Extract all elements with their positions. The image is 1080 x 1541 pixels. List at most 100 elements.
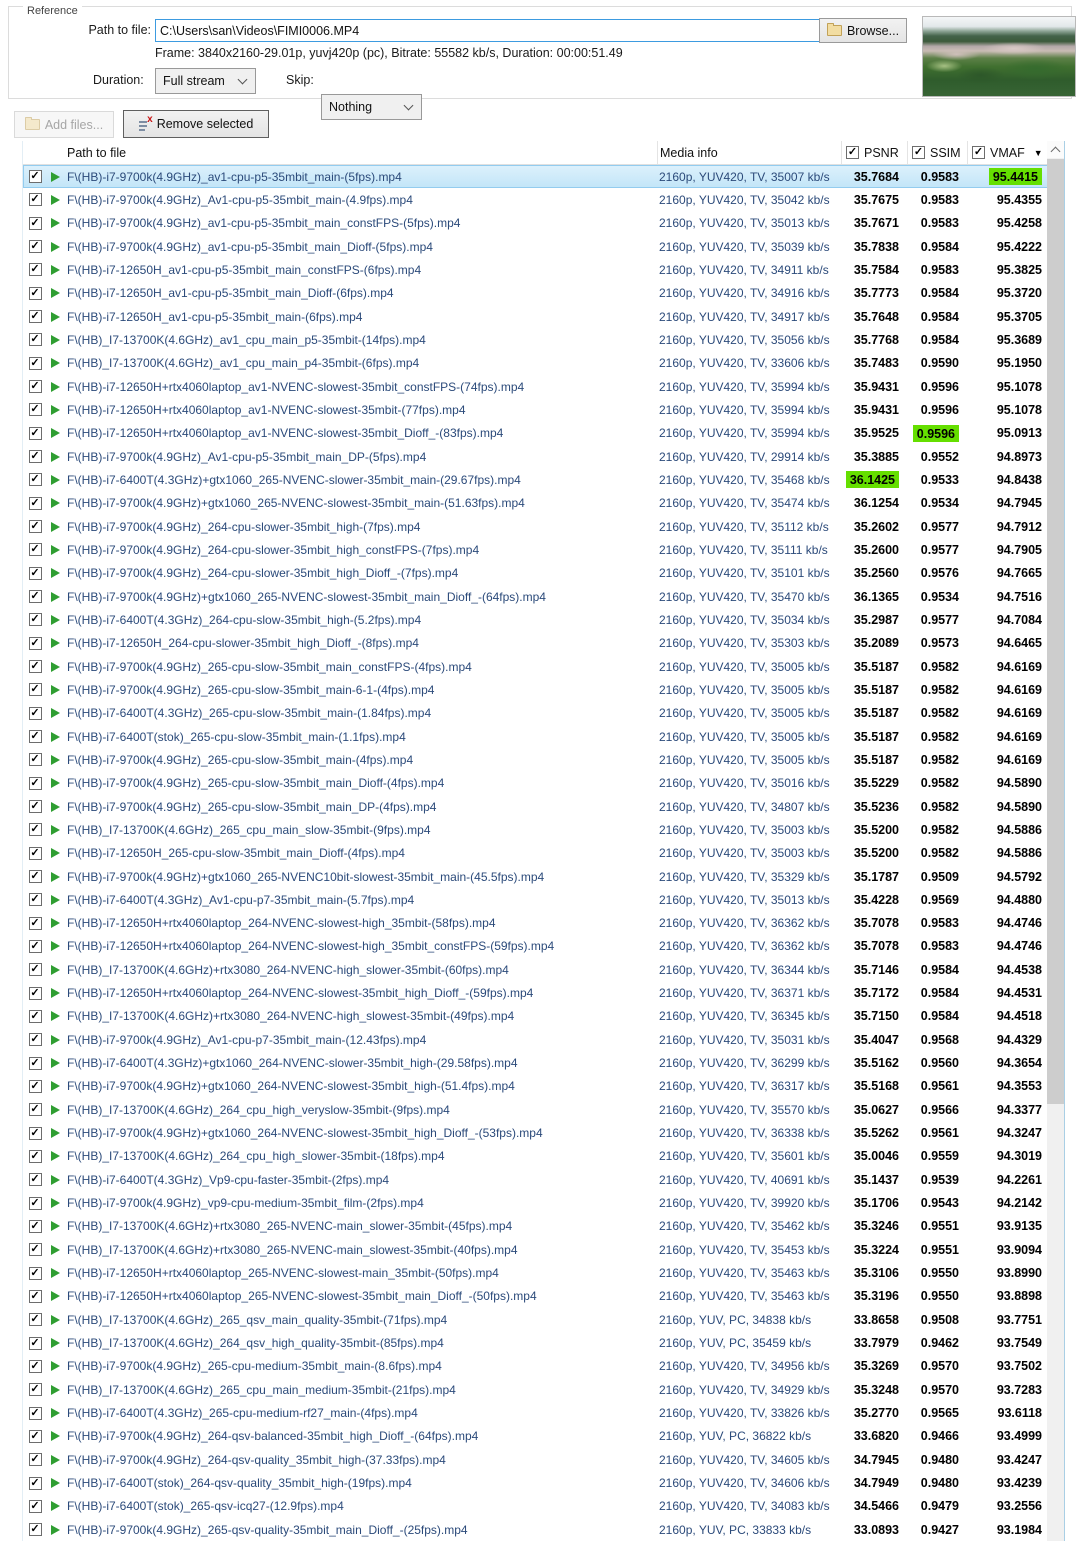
ssim-column-checkbox[interactable]: ✓ [912,146,925,159]
row-checkbox[interactable]: ✓ [28,683,42,697]
play-icon[interactable] [51,1431,60,1442]
play-icon[interactable] [51,1128,60,1139]
table-row[interactable]: ✓ F\(HB)-i7-12650H_265-cpu-slow-35mbit_m… [23,842,1064,865]
play-icon[interactable] [51,544,60,555]
play-icon[interactable] [51,1384,60,1395]
row-checkbox[interactable]: ✓ [28,1009,42,1023]
row-checkbox[interactable]: ✓ [28,380,42,394]
row-checkbox[interactable]: ✓ [28,1079,42,1093]
row-checkbox[interactable]: ✓ [28,1453,42,1467]
table-row[interactable]: ✓ F\(HB)_I7-13700K(4.6GHz)+rtx3080_264-N… [23,958,1064,981]
table-row[interactable]: ✓ F\(HB)-i7-9700k(4.9GHz)_av1-cpu-p5-35m… [23,165,1064,189]
column-header-vmaf[interactable]: ✓ VMAF ▼ [967,141,1047,164]
play-icon[interactable] [51,1174,60,1185]
table-row[interactable]: ✓ F\(HB)-i7-9700k(4.9GHz)_265-qsv-qualit… [23,1518,1064,1541]
column-header-psnr[interactable]: ✓ PSNR [841,141,907,164]
play-icon[interactable] [51,171,60,182]
row-checkbox[interactable]: ✓ [28,1523,42,1537]
row-checkbox[interactable]: ✓ [28,963,42,977]
table-row[interactable]: ✓ F\(HB)-i7-9700k(4.9GHz)_265-cpu-slow-3… [23,748,1064,771]
row-checkbox[interactable]: ✓ [28,240,42,254]
play-icon[interactable] [51,1104,60,1115]
column-header-path-to-file[interactable]: Path to file [65,141,657,164]
table-row[interactable]: ✓ F\(HB)-i7-9700k(4.9GHz)_Av1-cpu-p7-35m… [23,1028,1064,1051]
table-row[interactable]: ✓ F\(HB)-i7-6400T(4.3GHz)_Av1-cpu-p7-35m… [23,888,1064,911]
table-row[interactable]: ✓ F\(HB)-i7-12650H_av1-cpu-p5-35mbit_mai… [23,305,1064,328]
table-row[interactable]: ✓ F\(HB)-i7-6400T(stok)_265-cpu-slow-35m… [23,725,1064,748]
row-checkbox[interactable]: ✓ [28,1429,42,1443]
table-row[interactable]: ✓ F\(HB)-i7-9700k(4.9GHz)+gtx1060_264-NV… [23,1121,1064,1144]
play-icon[interactable] [51,1198,60,1209]
play-icon[interactable] [51,708,60,719]
table-row[interactable]: ✓ F\(HB)-i7-6400T(4.3GHz)+gtx1060_265-NV… [23,468,1064,491]
row-checkbox[interactable]: ✓ [28,450,42,464]
row-checkbox[interactable]: ✓ [28,193,42,207]
table-row[interactable]: ✓ F\(HB)_I7-13700K(4.6GHz)_264_cpu_high_… [23,1145,1064,1168]
row-checkbox[interactable]: ✓ [28,1149,42,1163]
row-checkbox[interactable]: ✓ [28,776,42,790]
table-row[interactable]: ✓ F\(HB)-i7-9700k(4.9GHz)_265-cpu-medium… [23,1355,1064,1378]
vertical-scrollbar[interactable] [1047,141,1064,1541]
table-row[interactable]: ✓ F\(HB)-i7-9700k(4.9GHz)_av1-cpu-p5-35m… [23,235,1064,258]
play-icon[interactable] [51,381,60,392]
table-row[interactable]: ✓ F\(HB)_I7-13700K(4.6GHz)_264_cpu_high_… [23,1098,1064,1121]
table-row[interactable]: ✓ F\(HB)-i7-9700k(4.9GHz)_264-cpu-slower… [23,562,1064,585]
row-checkbox[interactable]: ✓ [28,1056,42,1070]
row-checkbox[interactable]: ✓ [28,1476,42,1490]
play-icon[interactable] [51,404,60,415]
play-icon[interactable] [51,451,60,462]
play-icon[interactable] [51,614,60,625]
play-icon[interactable] [51,871,60,882]
browse-button[interactable]: Browse... [819,18,907,43]
row-checkbox[interactable]: ✓ [28,286,42,300]
row-checkbox[interactable]: ✓ [28,1103,42,1117]
row-checkbox[interactable]: ✓ [28,473,42,487]
duration-dropdown[interactable]: Full stream [155,68,256,94]
play-icon[interactable] [51,218,60,229]
table-row[interactable]: ✓ F\(HB)-i7-9700k(4.9GHz)_Av1-cpu-p5-35m… [23,188,1064,211]
skip-dropdown[interactable]: Nothing [321,94,422,120]
row-checkbox[interactable]: ✓ [28,939,42,953]
table-row[interactable]: ✓ F\(HB)_I7-13700K(4.6GHz)+rtx3080_264-N… [23,1005,1064,1028]
play-icon[interactable] [51,334,60,345]
row-checkbox[interactable]: ✓ [28,800,42,814]
row-checkbox[interactable]: ✓ [28,170,42,184]
vmaf-column-checkbox[interactable]: ✓ [972,146,985,159]
row-checkbox[interactable]: ✓ [28,333,42,347]
play-icon[interactable] [51,498,60,509]
play-icon[interactable] [51,1314,60,1325]
play-icon[interactable] [51,591,60,602]
play-icon[interactable] [51,1034,60,1045]
table-row[interactable]: ✓ F\(HB)-i7-12650H+rtx4060laptop_av1-NVE… [23,398,1064,421]
table-row[interactable]: ✓ F\(HB)-i7-9700k(4.9GHz)_265-cpu-slow-3… [23,772,1064,795]
remove-selected-button[interactable]: x Remove selected [123,110,269,138]
play-icon[interactable] [51,824,60,835]
play-icon[interactable] [51,428,60,439]
play-icon[interactable] [51,1454,60,1465]
table-row[interactable]: ✓ F\(HB)_I7-13700K(4.6GHz)_265_qsv_main_… [23,1308,1064,1331]
row-checkbox[interactable]: ✓ [28,1219,42,1233]
table-row[interactable]: ✓ F\(HB)-i7-12650H+rtx4060laptop_264-NVE… [23,912,1064,935]
row-checkbox[interactable]: ✓ [28,613,42,627]
row-checkbox[interactable]: ✓ [28,263,42,277]
row-checkbox[interactable]: ✓ [28,1383,42,1397]
table-row[interactable]: ✓ F\(HB)-i7-6400T(4.3GHz)_264-cpu-slow-3… [23,608,1064,631]
row-checkbox[interactable]: ✓ [28,986,42,1000]
add-files-button[interactable]: Add files... [14,111,114,138]
table-row[interactable]: ✓ F\(HB)-i7-12650H+rtx4060laptop_av1-NVE… [23,422,1064,445]
table-row[interactable]: ✓ F\(HB)-i7-9700k(4.9GHz)_264-qsv-qualit… [23,1448,1064,1471]
play-icon[interactable] [51,568,60,579]
reference-path-input[interactable] [155,19,820,42]
play-icon[interactable] [51,288,60,299]
table-row[interactable]: ✓ F\(HB)-i7-9700k(4.9GHz)_264-qsv-balanc… [23,1425,1064,1448]
row-checkbox[interactable]: ✓ [28,1033,42,1047]
row-checkbox[interactable]: ✓ [28,636,42,650]
table-row[interactable]: ✓ F\(HB)-i7-9700k(4.9GHz)_av1-cpu-p5-35m… [23,212,1064,235]
table-row[interactable]: ✓ F\(HB)-i7-6400T(stok)_264-qsv-quality_… [23,1471,1064,1494]
row-checkbox[interactable]: ✓ [28,403,42,417]
row-checkbox[interactable]: ✓ [28,730,42,744]
play-icon[interactable] [51,1408,60,1419]
row-checkbox[interactable]: ✓ [28,496,42,510]
play-icon[interactable] [51,1244,60,1255]
table-row[interactable]: ✓ F\(HB)-i7-12650H+rtx4060laptop_av1-NVE… [23,375,1064,398]
